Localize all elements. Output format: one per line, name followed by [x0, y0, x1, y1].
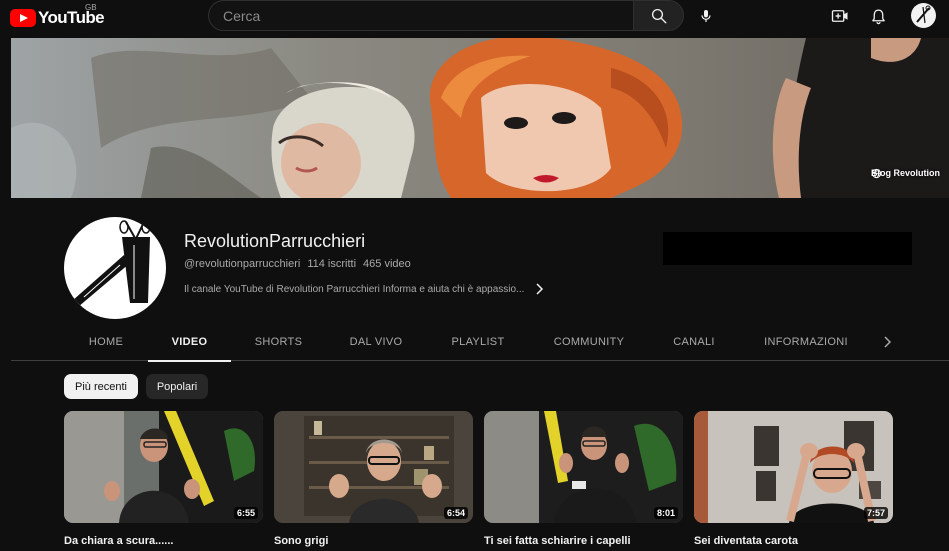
video-duration: 8:01 — [653, 507, 678, 519]
channel-tabs: HOME VIDEO SHORTS DAL VIVO PLAYLIST COMM… — [11, 323, 949, 362]
chevron-right-icon — [884, 336, 892, 348]
tab-label: HOME — [88, 336, 124, 348]
tab-live[interactable]: DAL VIVO — [333, 323, 419, 361]
video-card[interactable]: 6:54 Sono grigi — [274, 411, 473, 547]
video-thumbnail[interactable]: 8:01 — [484, 411, 683, 523]
search-icon — [651, 8, 666, 23]
filter-chip-popular[interactable]: Popolari — [146, 374, 208, 399]
search-box — [208, 0, 634, 31]
create-button[interactable] — [826, 2, 854, 30]
tab-label: VIDEO — [171, 336, 208, 348]
channel-banner: Blog Revolution — [11, 38, 949, 198]
video-title[interactable]: Da chiara a scura...... — [64, 535, 263, 547]
revolution-logo-icon — [72, 220, 151, 307]
video-title[interactable]: Sei diventata carota — [694, 535, 893, 547]
tab-video[interactable]: VIDEO — [148, 323, 231, 362]
video-duration: 6:55 — [233, 507, 258, 519]
video-card[interactable]: 7:57 Sei diventata carota — [694, 411, 893, 547]
top-bar: YouTube GB — [0, 0, 949, 36]
video-thumbnail[interactable]: 7:57 — [694, 411, 893, 523]
tabs-scroll-right-button[interactable] — [877, 332, 897, 352]
notifications-button[interactable] — [864, 2, 892, 30]
account-avatar[interactable] — [911, 3, 936, 28]
tab-label: PLAYLIST — [451, 336, 505, 348]
video-title[interactable]: Ti sei fatta schiarire i capelli — [484, 535, 683, 547]
redacted-area — [663, 232, 912, 265]
filter-chip-label: Popolari — [156, 380, 198, 393]
video-duration: 7:57 — [863, 507, 888, 519]
bell-icon — [871, 8, 885, 24]
channel-avatar — [64, 217, 166, 319]
youtube-play-icon — [10, 9, 36, 27]
tab-channels[interactable]: CANALI — [657, 323, 731, 361]
video-count: 465 video — [363, 258, 411, 270]
video-card[interactable]: 6:55 Da chiara a scura...... — [64, 411, 263, 547]
tab-home[interactable]: HOME — [73, 323, 139, 361]
tab-playlist[interactable]: PLAYLIST — [437, 323, 519, 361]
video-title[interactable]: Sono grigi — [274, 535, 473, 547]
subscriber-count: 114 iscritti — [307, 258, 357, 270]
filter-chip-label: Più recenti — [75, 380, 127, 393]
globe-icon — [871, 168, 882, 179]
tab-label: SHORTS — [254, 336, 303, 348]
video-duration: 6:54 — [443, 507, 468, 519]
voice-search-button[interactable] — [690, 0, 721, 31]
thumbnail-image — [64, 411, 263, 523]
tab-community[interactable]: COMMUNITY — [539, 323, 639, 361]
channel-description-text: Il canale YouTube di Revolution Parrucch… — [184, 283, 525, 295]
microphone-icon — [700, 9, 711, 22]
tab-shorts[interactable]: SHORTS — [241, 323, 316, 361]
channel-handle: @revolutionparrucchieri — [184, 258, 301, 270]
video-thumbnail[interactable]: 6:55 — [64, 411, 263, 523]
thumbnail-image — [484, 411, 683, 523]
channel-name: RevolutionParrucchieri — [184, 231, 366, 251]
tab-label: COMMUNITY — [553, 336, 625, 348]
tab-label: DAL VIVO — [349, 336, 403, 348]
thumbnail-image — [274, 411, 473, 523]
country-code: GB — [85, 3, 97, 12]
create-video-icon — [831, 10, 848, 22]
video-thumbnail[interactable]: 6:54 — [274, 411, 473, 523]
tab-label: INFORMAZIONI — [764, 336, 848, 348]
channel-meta: @revolutionparrucchieri 114 iscritti 465… — [184, 258, 411, 270]
tab-about[interactable]: INFORMAZIONI — [751, 323, 861, 361]
chevron-right-icon — [536, 283, 544, 295]
tab-label: CANALI — [673, 336, 715, 348]
thumbnail-image — [694, 411, 893, 523]
banner-image — [11, 38, 949, 198]
banner-link[interactable]: Blog Revolution — [871, 168, 940, 179]
channel-description[interactable]: Il canale YouTube di Revolution Parrucch… — [184, 283, 544, 295]
search-input[interactable] — [209, 1, 634, 30]
search-button[interactable] — [633, 0, 684, 31]
video-card[interactable]: 8:01 Ti sei fatta schiarire i capelli — [484, 411, 683, 547]
scissors-logo-icon — [916, 5, 931, 24]
filter-chip-recent[interactable]: Più recenti — [64, 374, 138, 399]
